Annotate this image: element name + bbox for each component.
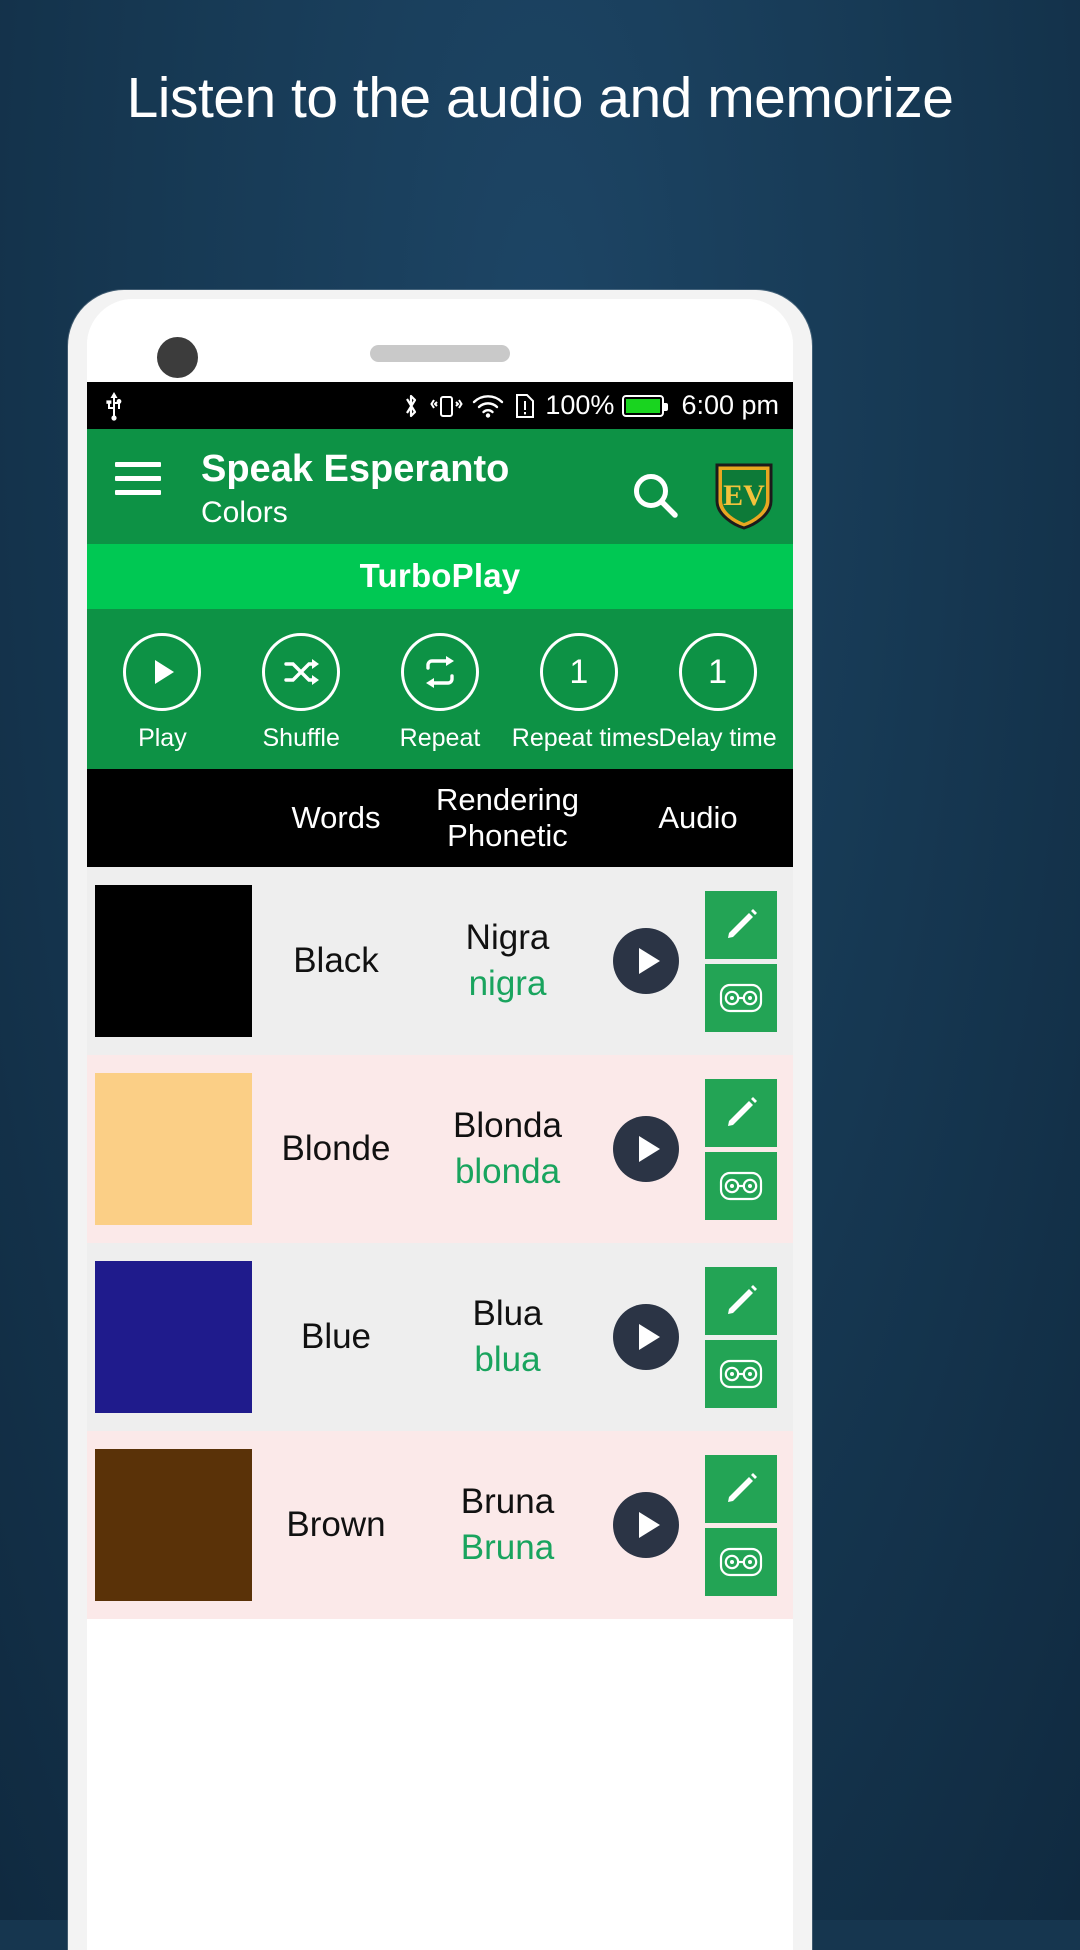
play-circle-icon[interactable] bbox=[613, 928, 679, 994]
audio-cell bbox=[603, 928, 689, 994]
vibrate-icon bbox=[429, 391, 464, 421]
translation-label: Blonda bbox=[453, 1106, 562, 1146]
wifi-icon bbox=[471, 391, 505, 421]
swatch-cell bbox=[87, 1073, 260, 1225]
phonetic-cell: Bruna Bruna bbox=[412, 1481, 603, 1568]
phone-screen: 100% 6:00 pm Speak Esperanto Colors EV T… bbox=[87, 299, 793, 1950]
word-label: Blue bbox=[300, 1317, 372, 1356]
flashcard-icon[interactable] bbox=[705, 1527, 777, 1596]
translation-label: Nigra bbox=[465, 918, 550, 958]
control-repeat-label: Repeat bbox=[399, 724, 481, 752]
control-delay-time-label: Delay time bbox=[658, 724, 777, 752]
flashcard-icon[interactable] bbox=[705, 963, 777, 1032]
ev-shield-logo[interactable]: EV bbox=[713, 461, 775, 531]
page-title: Speak Esperanto bbox=[201, 448, 510, 490]
play-circle-icon[interactable] bbox=[613, 1492, 679, 1558]
phonetic-label: nigra bbox=[468, 963, 547, 1003]
playback-controls: Play Shuffle Repeat 1 Repeat times 1 Del… bbox=[87, 609, 793, 769]
repeat-icon bbox=[400, 633, 479, 711]
turboplay-banner[interactable]: TurboPlay bbox=[87, 544, 793, 609]
phonetic-label: blua bbox=[474, 1339, 541, 1379]
header-phonetic-line2: Phonetic bbox=[447, 818, 568, 853]
flashcard-icon[interactable] bbox=[705, 1339, 777, 1408]
app-bar: Speak Esperanto Colors EV bbox=[87, 429, 793, 544]
audio-cell bbox=[603, 1116, 689, 1182]
control-delay-time[interactable]: 1 Delay time bbox=[651, 633, 785, 753]
row-actions bbox=[689, 1454, 793, 1596]
status-bar: 100% 6:00 pm bbox=[87, 382, 793, 429]
table-header: Words Rendering Phonetic Audio bbox=[87, 769, 793, 867]
phonetic-label: Bruna bbox=[460, 1527, 555, 1567]
table-row[interactable]: Brown Bruna Bruna bbox=[87, 1431, 793, 1619]
page-subtitle: Colors bbox=[201, 496, 288, 530]
audio-cell bbox=[603, 1492, 689, 1558]
control-play[interactable]: Play bbox=[95, 633, 229, 753]
color-swatch bbox=[95, 1073, 252, 1225]
usb-icon bbox=[103, 391, 125, 421]
pencil-edit-icon[interactable] bbox=[705, 1266, 777, 1335]
play-circle-icon[interactable] bbox=[613, 1116, 679, 1182]
phonetic-cell: Nigra nigra bbox=[412, 917, 603, 1004]
color-swatch bbox=[95, 1449, 252, 1601]
front-camera-icon bbox=[157, 337, 198, 378]
control-play-label: Play bbox=[138, 724, 187, 752]
header-phonetic-line1: Rendering bbox=[435, 782, 580, 818]
header-audio: Audio bbox=[658, 800, 738, 836]
shuffle-icon bbox=[262, 633, 341, 711]
search-icon[interactable] bbox=[629, 469, 683, 523]
pencil-edit-icon[interactable] bbox=[705, 1454, 777, 1523]
translation-label: Blua bbox=[472, 1294, 543, 1334]
swatch-cell bbox=[87, 1261, 260, 1413]
pencil-edit-icon[interactable] bbox=[705, 890, 777, 959]
color-swatch bbox=[95, 885, 252, 1037]
battery-percent-label: 100% bbox=[545, 390, 615, 420]
phonetic-label: blonda bbox=[454, 1151, 561, 1191]
control-repeat[interactable]: Repeat bbox=[373, 633, 507, 753]
table-row[interactable]: Blue Blua blua bbox=[87, 1243, 793, 1431]
row-actions bbox=[689, 1266, 793, 1408]
play-circle-icon[interactable] bbox=[613, 1304, 679, 1370]
word-label: Blonde bbox=[281, 1129, 391, 1168]
battery-full-icon bbox=[622, 394, 669, 417]
app-bar-actions: EV bbox=[629, 443, 775, 531]
swatch-cell bbox=[87, 885, 260, 1037]
hamburger-menu-icon[interactable] bbox=[115, 462, 161, 495]
phonetic-cell: Blonda blonda bbox=[412, 1105, 603, 1192]
header-words: Words bbox=[291, 800, 381, 836]
status-clock: 6:00 pm bbox=[681, 390, 779, 420]
svg-text:EV: EV bbox=[723, 479, 765, 512]
row-actions bbox=[689, 890, 793, 1032]
audio-cell bbox=[603, 1304, 689, 1370]
table-row[interactable]: Black Nigra nigra bbox=[87, 867, 793, 1055]
control-repeat-times[interactable]: 1 Repeat times bbox=[511, 633, 660, 753]
phone-mockup: 100% 6:00 pm Speak Esperanto Colors EV T… bbox=[68, 290, 812, 1950]
translation-label: Bruna bbox=[460, 1482, 555, 1522]
control-shuffle[interactable]: Shuffle bbox=[234, 633, 368, 753]
app-bar-titles: Speak Esperanto Colors bbox=[201, 443, 629, 530]
repeat-times-value: 1 bbox=[539, 633, 618, 711]
word-list: Black Nigra nigra Blonde Blonda blonda B… bbox=[87, 867, 793, 1619]
control-repeat-times-label: Repeat times bbox=[511, 724, 660, 752]
word-label: Black bbox=[293, 941, 379, 980]
bluetooth-icon bbox=[401, 391, 421, 421]
control-shuffle-label: Shuffle bbox=[262, 724, 340, 752]
sim-alert-icon bbox=[513, 391, 537, 421]
header-phonetic: Rendering Phonetic bbox=[412, 782, 603, 854]
phonetic-cell: Blua blua bbox=[412, 1293, 603, 1380]
swatch-cell bbox=[87, 1449, 260, 1601]
flashcard-icon[interactable] bbox=[705, 1151, 777, 1220]
earpiece-speaker bbox=[370, 345, 510, 362]
color-swatch bbox=[95, 1261, 252, 1413]
table-row[interactable]: Blonde Blonda blonda bbox=[87, 1055, 793, 1243]
phone-bezel-top bbox=[87, 299, 793, 382]
word-label: Brown bbox=[286, 1505, 386, 1544]
play-icon bbox=[123, 633, 202, 711]
delay-time-value: 1 bbox=[678, 633, 757, 711]
row-actions bbox=[689, 1078, 793, 1220]
pencil-edit-icon[interactable] bbox=[705, 1078, 777, 1147]
promo-tagline: Listen to the audio and memorize bbox=[126, 66, 954, 130]
